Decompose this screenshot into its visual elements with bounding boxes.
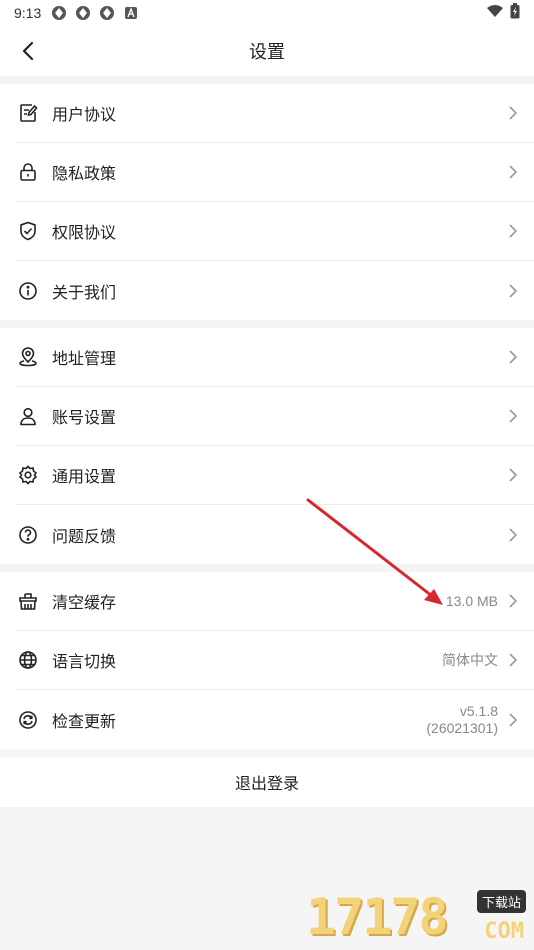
section-gap xyxy=(0,320,534,328)
language-value: 简体中文 xyxy=(442,651,498,668)
settings-group-account: 地址管理 账号设置 通用设置 问题反馈 xyxy=(0,328,534,564)
row-feedback[interactable]: 问题反馈 xyxy=(16,505,534,564)
chevron-right-icon xyxy=(506,527,520,542)
row-label: 隐私政策 xyxy=(52,164,117,183)
watermark-logo: 17178 下载站 COM xyxy=(306,886,528,946)
row-label: 通用设置 xyxy=(52,467,117,486)
broom-icon xyxy=(16,589,40,613)
chevron-right-icon xyxy=(506,594,520,608)
page-title: 设置 xyxy=(249,42,285,63)
row-label: 问题反馈 xyxy=(52,526,117,546)
chevron-right-icon xyxy=(506,283,520,298)
chevron-right-icon xyxy=(506,165,520,179)
row-permission-agreement[interactable]: 权限协议 xyxy=(16,202,534,261)
row-label: 权限协议 xyxy=(52,223,117,242)
cache-size-value: 13.0 MB xyxy=(445,592,498,609)
row-label: 关于我们 xyxy=(52,282,117,302)
app-notification-icon xyxy=(75,5,91,21)
header: 设置 xyxy=(0,26,534,76)
row-privacy-policy[interactable]: 隐私政策 xyxy=(16,143,534,202)
status-time: 9:13 xyxy=(14,5,42,21)
app-notification-icon xyxy=(51,5,67,21)
document-edit-icon xyxy=(16,101,40,125)
question-icon xyxy=(16,523,40,547)
shield-check-icon xyxy=(16,219,40,243)
row-label: 用户协议 xyxy=(52,105,117,124)
row-check-update[interactable]: 检查更新 v5.1.8 (26021301) xyxy=(16,690,534,749)
text-notification-icon xyxy=(123,5,139,21)
chevron-right-icon xyxy=(506,106,520,120)
watermark-domain: COM xyxy=(484,919,524,944)
globe-icon xyxy=(16,648,40,672)
chevron-left-icon xyxy=(22,41,34,61)
row-account-settings[interactable]: 账号设置 xyxy=(16,387,534,446)
version-number: v5.1.8 xyxy=(459,702,498,719)
section-gap xyxy=(0,564,534,572)
status-bar: 9:13 xyxy=(0,0,534,26)
back-button[interactable] xyxy=(14,37,42,65)
location-pin-icon xyxy=(16,345,40,369)
row-label: 账号设置 xyxy=(52,408,117,427)
watermark-tag: 下载站 xyxy=(476,890,526,913)
row-general-settings[interactable]: 通用设置 xyxy=(16,446,534,505)
lock-icon xyxy=(16,160,40,184)
chevron-right-icon xyxy=(506,224,520,238)
chevron-right-icon xyxy=(506,350,520,364)
app-notification-icon xyxy=(99,5,115,21)
row-label: 清空缓存 xyxy=(52,593,117,612)
battery-icon xyxy=(510,3,520,23)
row-address-management[interactable]: 地址管理 xyxy=(16,328,534,387)
version-value: v5.1.8 (26021301) xyxy=(426,703,498,737)
logout-button[interactable]: 退出登录 xyxy=(0,757,534,807)
row-clear-cache[interactable]: 清空缓存 13.0 MB xyxy=(16,572,534,631)
row-language[interactable]: 语言切换 简体中文 xyxy=(16,631,534,690)
watermark-digits: 17178 xyxy=(306,888,449,946)
row-label: 语言切换 xyxy=(52,652,117,671)
settings-group-system: 清空缓存 13.0 MB 语言切换 简体中文 检查更新 v5.1.8 (2602… xyxy=(0,572,534,749)
settings-group-legal: 用户协议 隐私政策 权限协议 关于我们 xyxy=(0,84,534,320)
section-gap xyxy=(0,76,534,84)
row-label: 地址管理 xyxy=(52,349,117,368)
section-gap xyxy=(0,749,534,757)
row-label: 检查更新 xyxy=(52,711,117,731)
row-user-agreement[interactable]: 用户协议 xyxy=(16,84,534,143)
chevron-right-icon xyxy=(506,468,520,482)
chevron-right-icon xyxy=(506,653,520,667)
gear-icon xyxy=(16,463,40,487)
row-about-us[interactable]: 关于我们 xyxy=(16,261,534,320)
info-icon xyxy=(16,279,40,303)
chevron-right-icon xyxy=(506,712,520,727)
build-number: (26021301) xyxy=(426,719,498,736)
wifi-icon xyxy=(486,4,504,22)
user-icon xyxy=(16,404,40,428)
chevron-right-icon xyxy=(506,409,520,423)
refresh-icon xyxy=(16,708,40,732)
